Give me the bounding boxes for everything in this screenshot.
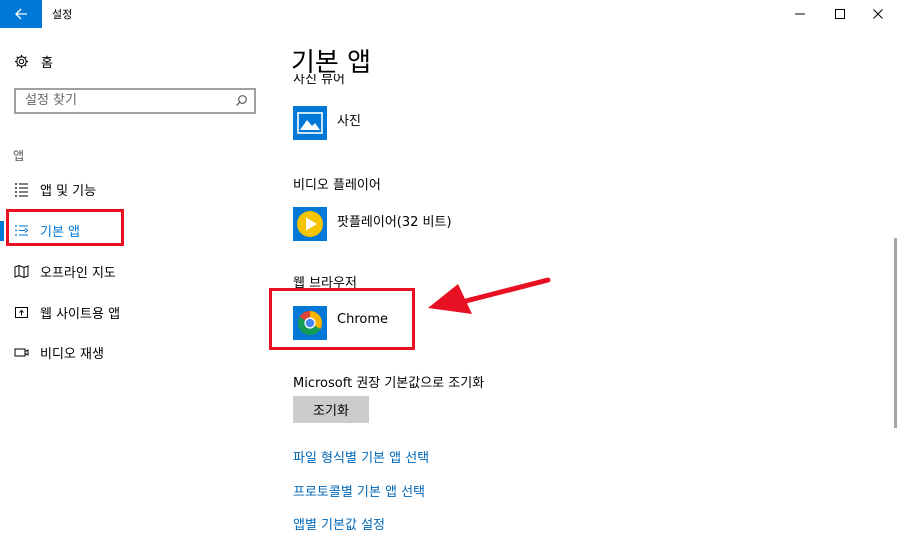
photo-viewer-app[interactable]: 사진 bbox=[293, 106, 361, 140]
annotation-highlight-nav bbox=[6, 209, 124, 246]
map-icon bbox=[14, 264, 29, 279]
video-icon bbox=[14, 345, 29, 360]
close-button[interactable] bbox=[856, 0, 900, 28]
search-box[interactable] bbox=[14, 88, 256, 114]
potplayer-app-icon bbox=[293, 207, 327, 241]
back-button[interactable] bbox=[0, 0, 42, 28]
choose-by-protocol-link[interactable]: 프로토콜별 기본 앱 선택 bbox=[293, 481, 425, 500]
gear-icon bbox=[14, 54, 29, 69]
set-defaults-by-app-link[interactable]: 앱별 기본값 설정 bbox=[293, 514, 385, 533]
back-arrow-icon bbox=[15, 8, 27, 20]
annotation-highlight-browser bbox=[269, 288, 415, 350]
minimize-button[interactable] bbox=[778, 0, 822, 28]
section-label-apps: 앱 bbox=[13, 149, 25, 163]
home-label: 홈 bbox=[41, 56, 53, 71]
minimize-icon bbox=[795, 13, 805, 15]
sidebar-item-apps-features[interactable]: 앱 및 기능 bbox=[14, 179, 96, 199]
search-icon bbox=[236, 95, 247, 106]
title-bar: 설정 bbox=[0, 0, 900, 28]
sidebar-item-website-apps[interactable]: 웹 사이트용 앱 bbox=[14, 302, 120, 322]
close-icon bbox=[873, 9, 883, 19]
sidebar-home[interactable]: 홈 bbox=[14, 52, 53, 71]
window-title: 설정 bbox=[52, 8, 73, 21]
maximize-icon bbox=[835, 9, 845, 19]
photo-viewer-app-name: 사진 bbox=[337, 113, 361, 129]
selection-indicator bbox=[0, 221, 4, 241]
choose-by-file-type-link[interactable]: 파일 형식별 기본 앱 선택 bbox=[293, 447, 429, 466]
reset-button[interactable]: 조기화 bbox=[293, 396, 369, 423]
list-icon bbox=[14, 182, 29, 197]
sidebar-item-offline-maps[interactable]: 오프라인 지도 bbox=[14, 261, 116, 281]
search-input[interactable] bbox=[25, 93, 225, 108]
video-player-app-name: 팟플레이어(32 비트) bbox=[337, 214, 452, 230]
sidebar-item-label: 앱 및 기능 bbox=[40, 183, 97, 199]
sidebar-item-label: 비디오 재생 bbox=[40, 346, 104, 362]
website-app-icon bbox=[14, 305, 29, 320]
annotation-arrow bbox=[428, 277, 551, 314]
sidebar-item-video-playback[interactable]: 비디오 재생 bbox=[14, 342, 104, 362]
photos-app-icon bbox=[293, 106, 327, 140]
sidebar-item-label: 오프라인 지도 bbox=[40, 265, 116, 281]
video-player-app[interactable]: 팟플레이어(32 비트) bbox=[293, 207, 452, 241]
photo-viewer-header: 사진 뷰어 bbox=[293, 74, 345, 87]
video-player-header: 비디오 플레이어 bbox=[293, 178, 381, 193]
sidebar-item-label: 웹 사이트용 앱 bbox=[40, 306, 121, 322]
scrollbar-thumb[interactable] bbox=[894, 238, 897, 428]
reset-label: Microsoft 권장 기본값으로 조기화 bbox=[293, 376, 485, 391]
